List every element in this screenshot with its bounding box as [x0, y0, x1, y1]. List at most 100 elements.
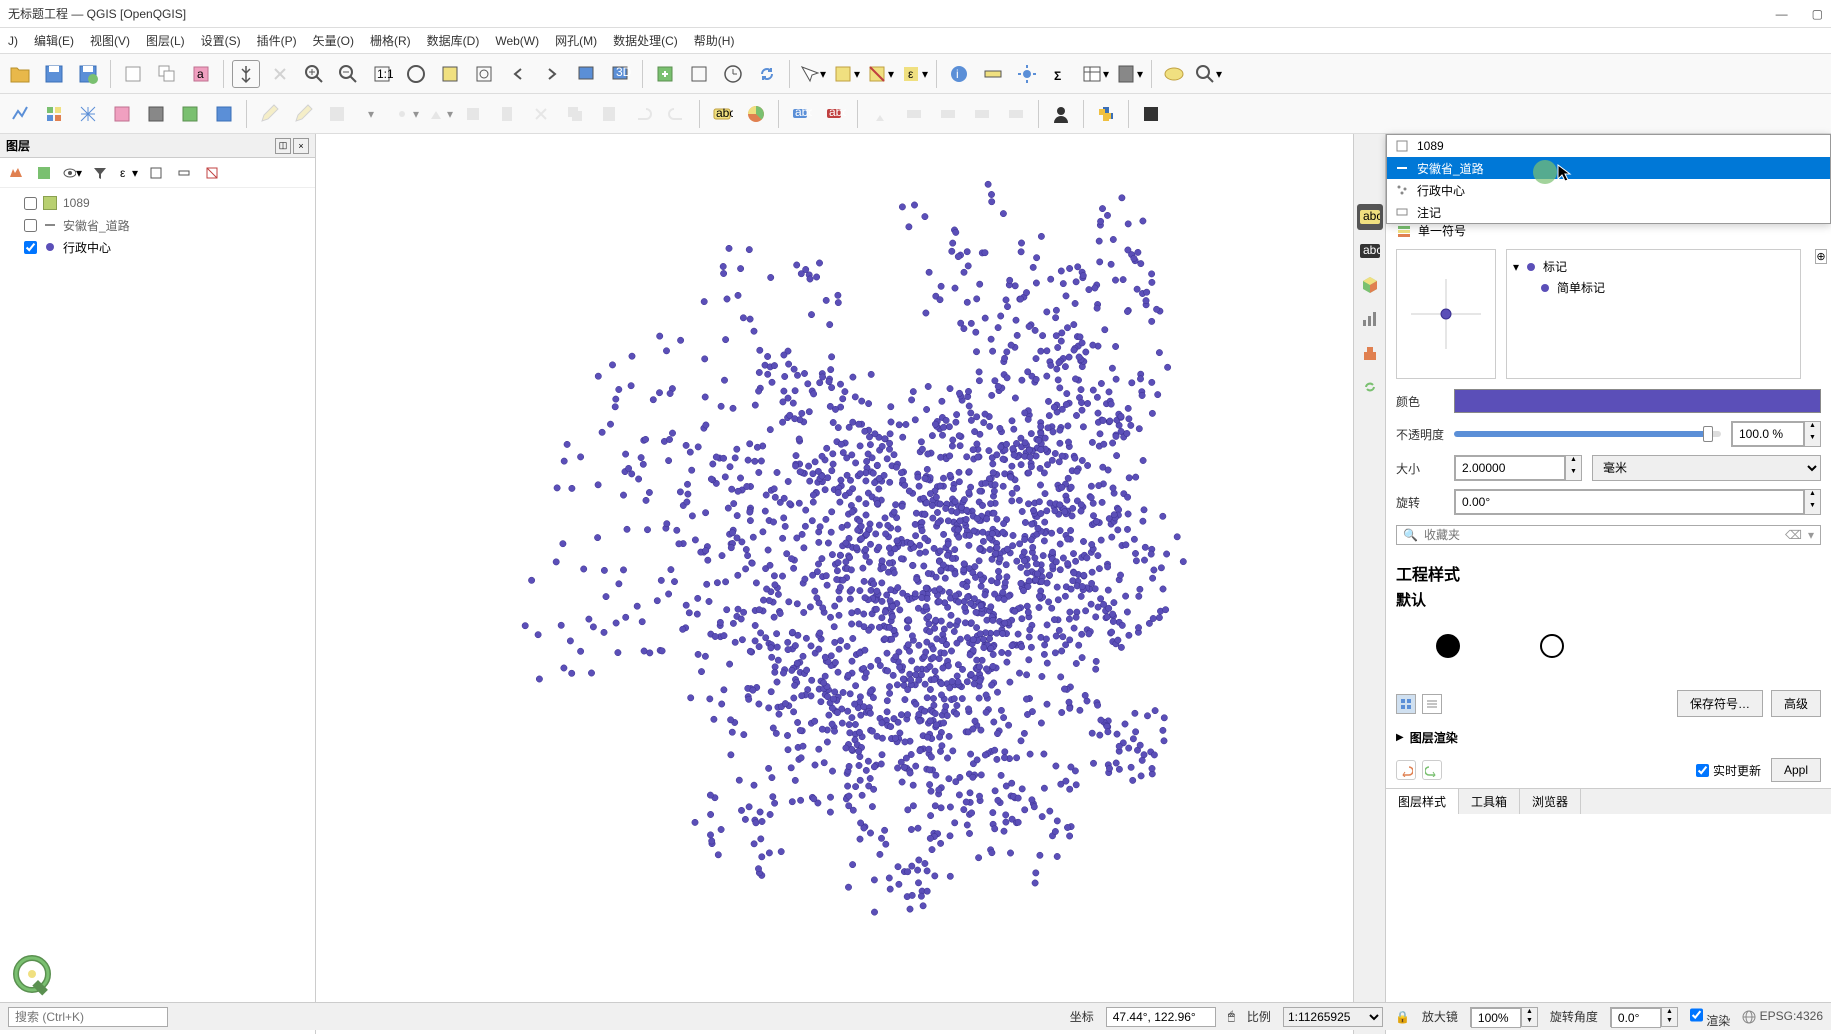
- layer-item-1089[interactable]: 1089: [4, 192, 311, 214]
- processing-icon[interactable]: [1013, 60, 1041, 88]
- user-icon[interactable]: [1047, 100, 1075, 128]
- collapse-icon[interactable]: [174, 163, 194, 183]
- zoom-out-icon[interactable]: [334, 60, 362, 88]
- new-geopackage-icon[interactable]: [685, 60, 713, 88]
- style-search-input[interactable]: [1424, 528, 1779, 542]
- change-label-icon[interactable]: [1002, 100, 1030, 128]
- live-update-checkbox[interactable]: [1696, 764, 1709, 777]
- menu-database[interactable]: 数据库(D): [427, 32, 480, 49]
- layer-checkbox[interactable]: [24, 241, 37, 254]
- panel-undock-button[interactable]: ◫: [275, 138, 291, 154]
- tab-toolbox[interactable]: 工具箱: [1459, 789, 1520, 814]
- bookmark-icon[interactable]: ▾: [1194, 60, 1222, 88]
- measure-icon[interactable]: [979, 60, 1007, 88]
- label-icon[interactable]: abc: [708, 100, 736, 128]
- tab-browser[interactable]: 浏览器: [1520, 789, 1581, 814]
- menu-help[interactable]: 帮助(H): [694, 32, 735, 49]
- pan-icon[interactable]: [232, 60, 260, 88]
- symbol-tree[interactable]: ▾ 标记 简单标记: [1506, 249, 1801, 379]
- delete-icon[interactable]: [493, 100, 521, 128]
- pin-label-icon[interactable]: [866, 100, 894, 128]
- gallery-item-outline[interactable]: [1540, 634, 1564, 658]
- tab-layer-style[interactable]: 图层样式: [1386, 789, 1459, 814]
- advanced-button[interactable]: 高级: [1771, 690, 1821, 717]
- select-icon[interactable]: ▾: [832, 60, 860, 88]
- render-checkbox-label[interactable]: 渲染: [1690, 1005, 1730, 1029]
- add-feature-icon[interactable]: ▾: [357, 100, 385, 128]
- save-edits-icon[interactable]: [323, 100, 351, 128]
- menu-web[interactable]: Web(W): [495, 34, 539, 48]
- zoom-in-icon[interactable]: [300, 60, 328, 88]
- rotation-input[interactable]: ▲▼: [1454, 489, 1821, 515]
- symbol-tree-marker[interactable]: ▾ 标记: [1513, 256, 1794, 277]
- coord-input[interactable]: [1106, 1007, 1216, 1027]
- gallery-item-filled[interactable]: [1436, 634, 1460, 658]
- move-feature-icon[interactable]: ▾: [391, 100, 419, 128]
- opacity-slider[interactable]: [1454, 431, 1721, 437]
- menu-processing[interactable]: 数据处理(C): [613, 32, 678, 49]
- refresh-icon[interactable]: [753, 60, 781, 88]
- zoom-next-icon[interactable]: [538, 60, 566, 88]
- toggle-edit-icon[interactable]: [289, 100, 317, 128]
- python-icon[interactable]: [1092, 100, 1120, 128]
- scale-select[interactable]: 1:11265925: [1283, 1007, 1383, 1027]
- diagram-tab-icon[interactable]: [1357, 306, 1383, 332]
- raster-layer-icon[interactable]: [40, 100, 68, 128]
- add-symbol-button[interactable]: ⊕: [1815, 249, 1827, 264]
- style-search[interactable]: 🔍 ⌫ ▾: [1396, 525, 1821, 545]
- build-tab-icon[interactable]: [1357, 340, 1383, 366]
- filter-icon[interactable]: [90, 163, 110, 183]
- color-swatch[interactable]: [1454, 389, 1821, 413]
- size-unit-select[interactable]: 毫米: [1592, 455, 1821, 481]
- virtual-layer-icon[interactable]: [142, 100, 170, 128]
- render-checkbox[interactable]: [1690, 1005, 1703, 1025]
- crs-button[interactable]: EPSG:4326: [1742, 1009, 1823, 1024]
- minimize-button[interactable]: —: [1776, 7, 1788, 21]
- rotation-status-input[interactable]: ▲▼: [1610, 1007, 1678, 1027]
- maximize-button[interactable]: ▢: [1812, 7, 1823, 21]
- new-map-view-icon[interactable]: [572, 60, 600, 88]
- vector-layer-icon[interactable]: [6, 100, 34, 128]
- list-view-icon[interactable]: [1422, 694, 1442, 714]
- open-folder-icon[interactable]: [6, 60, 34, 88]
- layer-dropdown[interactable]: 1089 安徽省_道路 行政中心 注记: [1386, 134, 1831, 224]
- zoom-last-icon[interactable]: [504, 60, 532, 88]
- new-layout-icon[interactable]: [119, 60, 147, 88]
- filter-legend-icon[interactable]: [34, 163, 54, 183]
- dropdown-item-xingzheng[interactable]: 行政中心: [1387, 179, 1830, 201]
- menu-vector[interactable]: 矢量(O): [313, 32, 354, 49]
- search-menu-icon[interactable]: ▾: [1808, 528, 1814, 542]
- undo-icon[interactable]: [629, 100, 657, 128]
- plugin-icon[interactable]: [1137, 100, 1165, 128]
- menu-layer[interactable]: 图层(L): [146, 32, 185, 49]
- dropdown-item-annotation[interactable]: 注记: [1387, 201, 1830, 223]
- layout-manager-icon[interactable]: [153, 60, 181, 88]
- menu-j[interactable]: J): [8, 34, 18, 48]
- new-3d-view-icon[interactable]: 3D: [606, 60, 634, 88]
- zoom-selection-icon[interactable]: [436, 60, 464, 88]
- attribute-table-icon[interactable]: ▾: [1081, 60, 1109, 88]
- save-icon[interactable]: [40, 60, 68, 88]
- deselect-icon[interactable]: ▾: [866, 60, 894, 88]
- magnifier-input[interactable]: ▲▼: [1470, 1007, 1538, 1027]
- label-move-icon[interactable]: abc: [787, 100, 815, 128]
- lock-icon[interactable]: 🔒: [1395, 1010, 1410, 1024]
- redo-style-icon[interactable]: [1422, 760, 1442, 780]
- layer-render-section[interactable]: ▶ 图层渲染: [1386, 723, 1831, 752]
- refresh-tab-icon[interactable]: [1357, 374, 1383, 400]
- redo-icon[interactable]: [663, 100, 691, 128]
- menu-edit[interactable]: 编辑(E): [34, 32, 74, 49]
- copy-icon[interactable]: [561, 100, 589, 128]
- wms-layer-icon[interactable]: [176, 100, 204, 128]
- move-label-icon[interactable]: [934, 100, 962, 128]
- 3d-tab-icon[interactable]: [1357, 272, 1383, 298]
- remove-layer-icon[interactable]: [202, 163, 222, 183]
- layer-item-anhui[interactable]: 安徽省_道路: [4, 214, 311, 236]
- save-as-icon[interactable]: [74, 60, 102, 88]
- identify-icon[interactable]: ▾: [798, 60, 826, 88]
- coord-toggle-icon[interactable]: 🖱: [1228, 1009, 1235, 1024]
- show-label-icon[interactable]: [900, 100, 928, 128]
- size-input[interactable]: ▲▼: [1454, 455, 1582, 481]
- zoom-layer-icon[interactable]: [470, 60, 498, 88]
- label-tab-icon[interactable]: abc: [1357, 204, 1383, 230]
